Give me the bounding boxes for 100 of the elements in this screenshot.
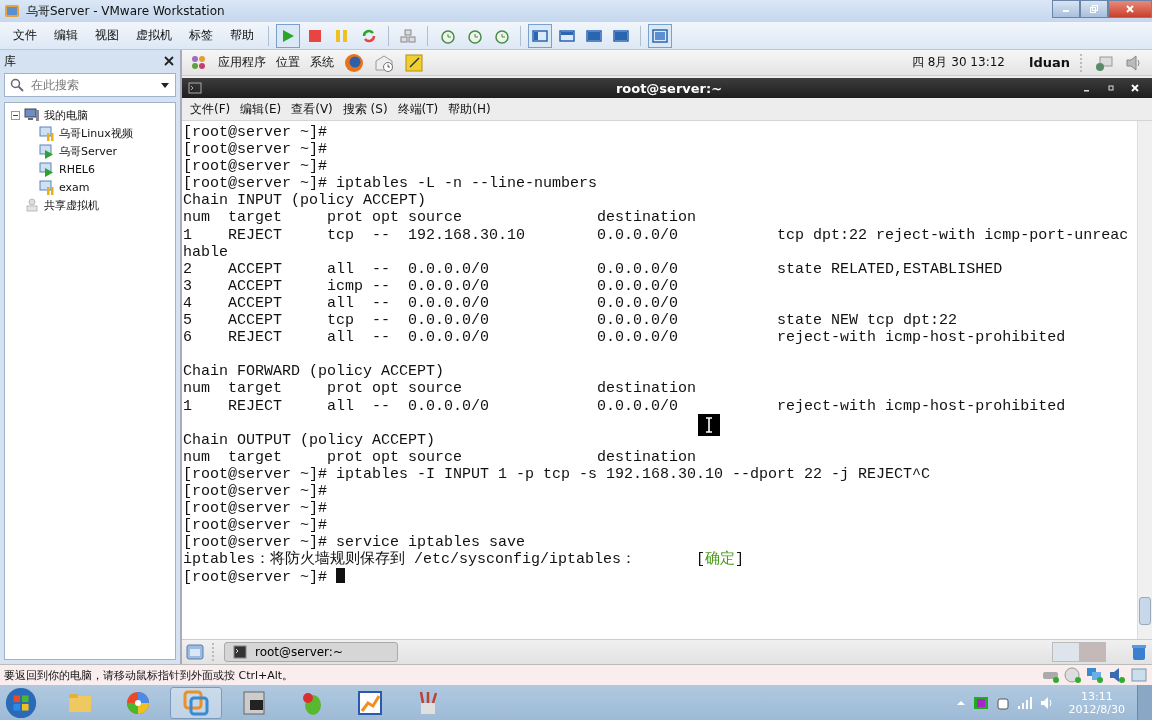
vm-paused-icon	[39, 179, 55, 195]
terminal-line: 6 REJECT all -- 0.0.0.0/0 0.0.0.0/0 reject-with icmp-host-prohibited	[183, 329, 1066, 347]
shared-vm-icon	[24, 197, 40, 213]
terminal-line: iptables：将防火墙规则保存到 /etc/sysconfig/iptables：	[183, 551, 637, 569]
workspace-switcher-cell[interactable]	[1053, 643, 1079, 661]
snapshot-clock-icon[interactable]	[466, 27, 482, 44]
collapse-icon[interactable]	[11, 110, 20, 120]
close-icon	[1125, 4, 1135, 14]
terminal-line: [root@server ~]#	[183, 124, 328, 141]
vm-running-icon	[39, 143, 55, 159]
panel-menu[interactable]: 系统	[310, 54, 334, 71]
cd-icon[interactable]	[1064, 666, 1082, 684]
terminal-line: 3 ACCEPT icmp -- 0.0.0.0/0 0.0.0.0/0	[183, 277, 679, 295]
window-title: 乌哥Server - VMware Workstation	[26, 2, 225, 20]
terminal-line: Chain FORWARD (policy ACCEPT)	[183, 363, 445, 381]
view-mode-icon[interactable]	[559, 27, 575, 44]
tray-app-icon[interactable]	[972, 694, 989, 711]
search-icon	[10, 78, 24, 92]
menu-item[interactable]: 文件(F)	[186, 100, 235, 118]
app-icon	[4, 3, 20, 19]
maximize-icon[interactable]	[1106, 83, 1116, 93]
search-field[interactable]: 在此搜索	[4, 73, 176, 97]
panel-menu[interactable]: 应用程序	[218, 54, 266, 71]
terminal-line: [root@server ~]# iptables -I INPUT 1 -p tcp -s 192.168.30.10 --dport 22 -j REJECT^C	[183, 465, 931, 483]
user-name[interactable]: lduan	[1028, 55, 1070, 70]
terminal-line: Chain OUTPUT (policy ACCEPT)	[183, 431, 436, 449]
mouse-cursor-icon	[698, 414, 720, 436]
terminal-line: 1 REJECT tcp -- 192.168.30.10 0.0.0.0/0 tcp dpt:22 reject-with icmp-port-unreac	[183, 226, 1129, 244]
terminal-line: [root@server ~]#	[183, 569, 328, 587]
tree-item[interactable]: 我的电脑	[11, 106, 169, 124]
terminal-icon	[233, 645, 247, 659]
gnome-foot-icon[interactable]	[190, 53, 208, 72]
library-title: 库	[4, 52, 16, 70]
terminal-line: [root@server ~]#	[183, 158, 328, 176]
panel-menu[interactable]: 位置	[276, 54, 300, 71]
speaker-icon[interactable]	[1108, 666, 1126, 684]
note-pencil-icon[interactable]	[404, 52, 424, 73]
menu-item[interactable]: 查看(V)	[287, 100, 337, 118]
terminal-line: num target prot opt source destination	[183, 209, 697, 227]
terminal-icon[interactable]	[188, 81, 202, 95]
close-icon[interactable]	[164, 56, 174, 66]
play-button[interactable]	[276, 23, 300, 48]
menu-item[interactable]: 视图	[88, 27, 126, 44]
stop-icon	[307, 27, 323, 44]
view-mode-icon[interactable]	[586, 27, 602, 44]
minimize-button[interactable]	[1052, 0, 1080, 18]
menu-item[interactable]: 文件	[6, 27, 44, 44]
task-button[interactable]: root@server:~	[224, 642, 398, 662]
snapshot-clock-icon[interactable]	[439, 27, 455, 44]
view-mode-icon[interactable]	[613, 27, 629, 44]
status-message: 要返回到你的电脑，请移动鼠标指针到外面或按 Ctrl+Alt。	[4, 667, 294, 683]
vm-app-icon[interactable]	[182, 688, 210, 717]
refresh-icon	[361, 27, 377, 44]
clock-date: 2012/8/30	[1068, 702, 1125, 716]
chart-app-icon[interactable]	[356, 688, 384, 717]
snapshot-clock-icon[interactable]	[493, 27, 509, 44]
menu-item[interactable]: 搜索 (S)	[338, 100, 392, 118]
terminal-title: root@server:~	[615, 80, 723, 96]
menu-item[interactable]: 编辑(E)	[236, 100, 286, 118]
menu-item[interactable]: 编辑	[47, 27, 85, 44]
tree-item[interactable]: RHEL6	[39, 160, 169, 178]
tree-item[interactable]: exam	[39, 178, 169, 196]
clock-time: 13:11	[1080, 689, 1113, 703]
terminal-line: 4 ACCEPT all -- 0.0.0.0/0 0.0.0.0/0	[183, 294, 679, 312]
menu-item[interactable]: 帮助	[223, 27, 261, 44]
scrollbar[interactable]	[1137, 121, 1152, 639]
menu-item[interactable]: 帮助(H)	[444, 100, 495, 118]
menu-item[interactable]: 虚拟机	[129, 27, 179, 44]
restore-button[interactable]	[1080, 0, 1108, 18]
network-adapter-icon[interactable]	[1086, 666, 1104, 684]
trash-icon[interactable]	[1130, 643, 1148, 661]
globe-icon[interactable]	[344, 52, 364, 73]
signal-icon[interactable]	[1016, 694, 1033, 711]
show-desktop-icon[interactable]	[186, 643, 204, 661]
terminal-app-icon[interactable]	[240, 688, 268, 717]
status-ok: [确定]	[696, 551, 745, 569]
menu-item[interactable]: 终端(T)	[393, 100, 443, 118]
text-cursor	[336, 568, 346, 584]
vm-running-icon	[39, 161, 55, 177]
tree-item[interactable]: 乌哥Linux视频	[39, 124, 169, 142]
terminal-line: [root@server ~]#	[183, 500, 328, 518]
menu-item[interactable]: 标签	[182, 27, 220, 44]
fullscreen-icon[interactable]	[652, 27, 668, 44]
view-mode-icon[interactable]	[532, 27, 548, 44]
terminal-line: [root@server ~]#	[183, 141, 328, 159]
start-button[interactable]	[4, 685, 38, 720]
tree-item[interactable]: 共享虚拟机	[11, 196, 169, 214]
close-button[interactable]	[1108, 0, 1152, 18]
terminal-line: 1 REJECT all -- 0.0.0.0/0 0.0.0.0/0 reject-with icmp-host-prohibited	[183, 397, 1066, 415]
terminal-line: Chain INPUT (policy ACCEPT)	[183, 192, 427, 210]
workspace-switcher-cell[interactable]	[1079, 643, 1105, 661]
terminal-line: num target prot opt source destination	[183, 380, 697, 398]
tree-item[interactable]: 乌哥Server	[39, 142, 169, 160]
play-icon	[280, 27, 296, 44]
pause-icon	[334, 27, 350, 44]
terminal-line: num target prot opt source destination	[183, 448, 697, 466]
panel-clock[interactable]: 四 8月 30 13:12	[912, 54, 1005, 71]
dropdown-caret-icon[interactable]	[160, 80, 170, 90]
computer-icon	[24, 107, 40, 123]
terminal-line: [root@server ~]#	[183, 517, 328, 535]
